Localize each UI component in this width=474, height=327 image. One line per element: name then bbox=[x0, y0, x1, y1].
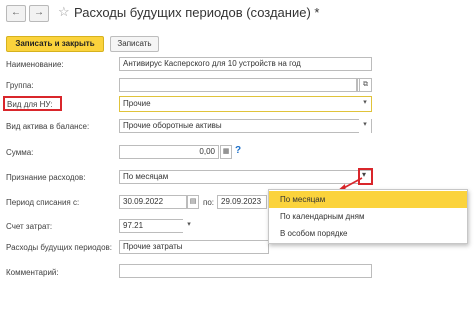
period-from-field[interactable]: 30.09.2022 bbox=[119, 195, 187, 209]
nu-select[interactable]: Прочие bbox=[119, 96, 372, 112]
recognition-label: Признание расходов: bbox=[6, 173, 86, 182]
asset-select[interactable]: Прочие оборотные активы bbox=[119, 119, 372, 133]
group-field[interactable] bbox=[119, 78, 357, 92]
period-label: Период списания с: bbox=[6, 198, 80, 207]
modified-star: * bbox=[314, 5, 320, 20]
recognition-dropdown-list: По месяцам По календарным дням В особом … bbox=[268, 189, 468, 244]
favorite-star-icon[interactable]: ☆ bbox=[58, 4, 70, 20]
future-expenses-label: Расходы будущих периодов: bbox=[6, 243, 112, 252]
dropdown-option-by-calendar-days[interactable]: По календарным дням bbox=[269, 208, 467, 225]
future-expenses-field[interactable]: Прочие затраты bbox=[119, 240, 269, 254]
group-label: Группа: bbox=[6, 81, 34, 90]
calculator-icon: ▦ bbox=[222, 148, 230, 155]
nu-label: Вид для НУ: bbox=[7, 100, 53, 109]
sum-field[interactable]: 0,00 bbox=[119, 145, 219, 159]
save-button[interactable]: Записать bbox=[110, 36, 159, 52]
asset-label: Вид актива в балансе: bbox=[6, 122, 90, 131]
help-icon[interactable]: ? bbox=[235, 145, 241, 156]
comment-label: Комментарий: bbox=[6, 268, 59, 277]
period-from-calendar-button[interactable]: ▤ bbox=[187, 195, 199, 209]
dropdown-option-special[interactable]: В особом порядке bbox=[269, 225, 467, 242]
calculator-button[interactable]: ▦ bbox=[220, 145, 232, 159]
account-dropdown-button[interactable]: ▾ bbox=[183, 219, 195, 233]
page-title: Расходы будущих периодов (создание) * bbox=[74, 5, 319, 20]
period-to-field[interactable]: 29.09.2023 bbox=[217, 195, 267, 209]
period-to-label: по: bbox=[203, 198, 215, 207]
page-title-text: Расходы будущих периодов (создание) bbox=[74, 5, 311, 20]
back-button[interactable]: ← bbox=[6, 5, 26, 22]
chevron-down-icon: ▾ bbox=[363, 121, 367, 128]
comment-field[interactable] bbox=[119, 264, 372, 278]
arrow-right-icon: → bbox=[34, 7, 44, 18]
asset-dropdown-button[interactable]: ▾ bbox=[359, 119, 371, 133]
name-field[interactable]: Антивирус Касперского для 10 устройств н… bbox=[119, 57, 372, 71]
arrow-left-icon: ← bbox=[11, 7, 21, 18]
calendar-icon: ▤ bbox=[189, 198, 197, 205]
group-open-button[interactable]: ⧉ bbox=[359, 78, 372, 92]
chevron-down-icon: ▾ bbox=[187, 221, 191, 228]
open-link-icon: ⧉ bbox=[363, 81, 368, 88]
nu-dropdown-button[interactable]: ▾ bbox=[359, 97, 371, 111]
name-label: Наименование: bbox=[6, 60, 64, 69]
dropdown-option-by-months[interactable]: По месяцам bbox=[269, 191, 467, 208]
account-label: Счет затрат: bbox=[6, 222, 53, 231]
chevron-down-icon: ▾ bbox=[363, 99, 367, 106]
save-and-close-button[interactable]: Записать и закрыть bbox=[6, 36, 104, 52]
forward-button[interactable]: → bbox=[29, 5, 49, 22]
sum-label: Сумма: bbox=[6, 148, 34, 157]
